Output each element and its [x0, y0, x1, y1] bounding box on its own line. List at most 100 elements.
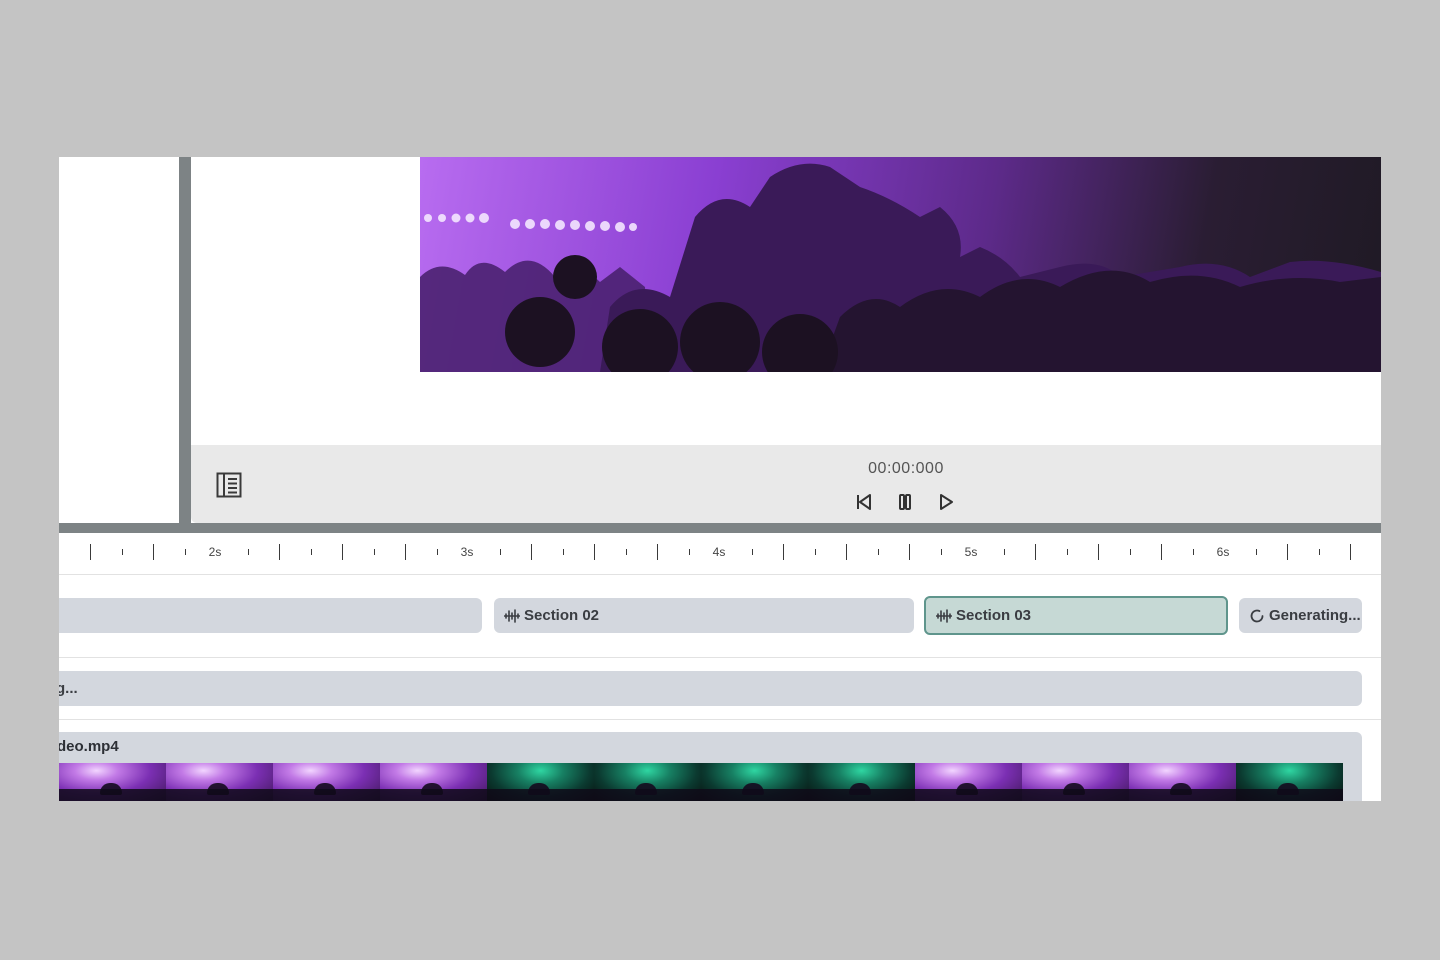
- filmstrip-frame: [1236, 763, 1343, 801]
- ruler-tick: [1319, 549, 1320, 555]
- frame-figure: [741, 783, 764, 795]
- ruler-tick: [122, 549, 123, 555]
- filmstrip-frame: [1022, 763, 1129, 801]
- frame-figure: [1169, 783, 1192, 795]
- editor-window: 00:00:000 2s 3s 4s 5s 6s Section 02 Sect…: [59, 157, 1381, 801]
- audio-clip[interactable]: g...: [59, 671, 1362, 706]
- frame-figure: [848, 783, 871, 795]
- frame-figure: [313, 783, 336, 795]
- ruler-tick: [941, 549, 942, 555]
- time-ruler[interactable]: 2s 3s 4s 5s 6s: [59, 533, 1381, 575]
- ruler-tick: [1287, 544, 1288, 560]
- frame-figure: [420, 783, 443, 795]
- panel-toggle-icon[interactable]: [215, 471, 243, 499]
- play-icon: [940, 494, 953, 510]
- frame-figure: [634, 783, 657, 795]
- ruler-tick: [311, 549, 312, 555]
- horizontal-resize-handle[interactable]: [59, 523, 1381, 533]
- left-panel: [59, 157, 179, 523]
- ruler-tick: [752, 549, 753, 555]
- frame-figure: [527, 783, 550, 795]
- ruler-tick: [248, 549, 249, 555]
- section-clip-label: Section 02: [524, 607, 600, 624]
- concert-scene: [420, 163, 1381, 372]
- ruler-tick: [1193, 549, 1194, 555]
- ruler-tick: [1350, 544, 1351, 560]
- video-preview: [420, 157, 1381, 372]
- ruler-label-5s: 5s: [964, 545, 978, 559]
- pause-icon: [899, 494, 911, 510]
- ruler-tick: [374, 549, 375, 555]
- ruler-tick: [815, 549, 816, 555]
- section-clip-generating[interactable]: Generating...: [1239, 598, 1362, 633]
- section-clip-02[interactable]: Section 02: [494, 598, 914, 633]
- vertical-resize-handle[interactable]: [179, 157, 191, 523]
- frame-figure: [955, 783, 978, 795]
- filmstrip-frame: [1129, 763, 1236, 801]
- preview-panel: 00:00:000: [191, 157, 1381, 523]
- audio-track: g...: [59, 658, 1381, 720]
- video-track: deo.mp4: [59, 720, 1381, 801]
- ruler-tick: [1004, 549, 1005, 555]
- section-clip-03-selected[interactable]: Section 03: [924, 596, 1228, 635]
- play-button[interactable]: [935, 491, 957, 513]
- ruler-tick: [279, 544, 280, 560]
- section-clip-01[interactable]: [59, 598, 482, 633]
- waveform-icon: [504, 608, 520, 624]
- section-clip-label: Section 03: [956, 607, 1032, 624]
- frame-figure: [1062, 783, 1085, 795]
- frame-figure: [1276, 783, 1299, 795]
- ruler-tick: [500, 549, 501, 555]
- ruler-tick: [153, 544, 154, 560]
- waveform-icon: [936, 608, 952, 624]
- pause-button[interactable]: [894, 491, 916, 513]
- video-clip-filename: deo.mp4: [59, 738, 119, 755]
- section-clip-label: Generating...: [1269, 607, 1361, 624]
- filmstrip-frame: [594, 763, 701, 801]
- ruler-tick: [657, 544, 658, 560]
- ruler-tick: [846, 544, 847, 560]
- filmstrip-frame: [59, 763, 166, 801]
- ruler-tick: [185, 549, 186, 555]
- ruler-tick: [405, 544, 406, 560]
- filmstrip-frame: [166, 763, 273, 801]
- ruler-tick: [437, 549, 438, 555]
- skip-back-icon: [857, 494, 871, 510]
- filmstrip: [59, 763, 1351, 801]
- filmstrip-frame: [273, 763, 380, 801]
- ruler-label-6s: 6s: [1216, 545, 1230, 559]
- ruler-tick: [909, 544, 910, 560]
- skip-back-button[interactable]: [853, 491, 875, 513]
- ruler-tick: [531, 544, 532, 560]
- timecode: 00:00:000: [868, 460, 944, 477]
- ruler-tick: [878, 549, 879, 555]
- filmstrip-frame: [808, 763, 915, 801]
- frame-figure: [99, 783, 122, 795]
- ruler-tick: [594, 544, 595, 560]
- gutter-corner: [179, 513, 191, 523]
- audio-clip-label: g...: [59, 680, 78, 697]
- ruler-tick: [1098, 544, 1099, 560]
- ruler-label-2s: 2s: [208, 545, 222, 559]
- ruler-tick: [1256, 549, 1257, 555]
- filmstrip-frame: [701, 763, 808, 801]
- ruler-tick: [90, 544, 91, 560]
- sections-track: Section 02 Section 03 Generating...: [59, 575, 1381, 658]
- frame-figure: [206, 783, 229, 795]
- ruler-tick: [563, 549, 564, 555]
- ruler-tick: [626, 549, 627, 555]
- ruler-label-4s: 4s: [712, 545, 726, 559]
- ruler-tick: [1067, 549, 1068, 555]
- filmstrip-frame: [380, 763, 487, 801]
- playback-controls: 00:00:000: [191, 445, 1381, 523]
- filmstrip-frame: [915, 763, 1022, 801]
- ruler-tick: [1035, 544, 1036, 560]
- ruler-tick: [689, 549, 690, 555]
- video-clip[interactable]: deo.mp4: [59, 732, 1362, 801]
- ruler-label-3s: 3s: [460, 545, 474, 559]
- loading-spinner-icon: [1249, 608, 1265, 624]
- ruler-tick: [783, 544, 784, 560]
- ruler-tick: [342, 544, 343, 560]
- ruler-tick: [1161, 544, 1162, 560]
- ruler-tick: [1130, 549, 1131, 555]
